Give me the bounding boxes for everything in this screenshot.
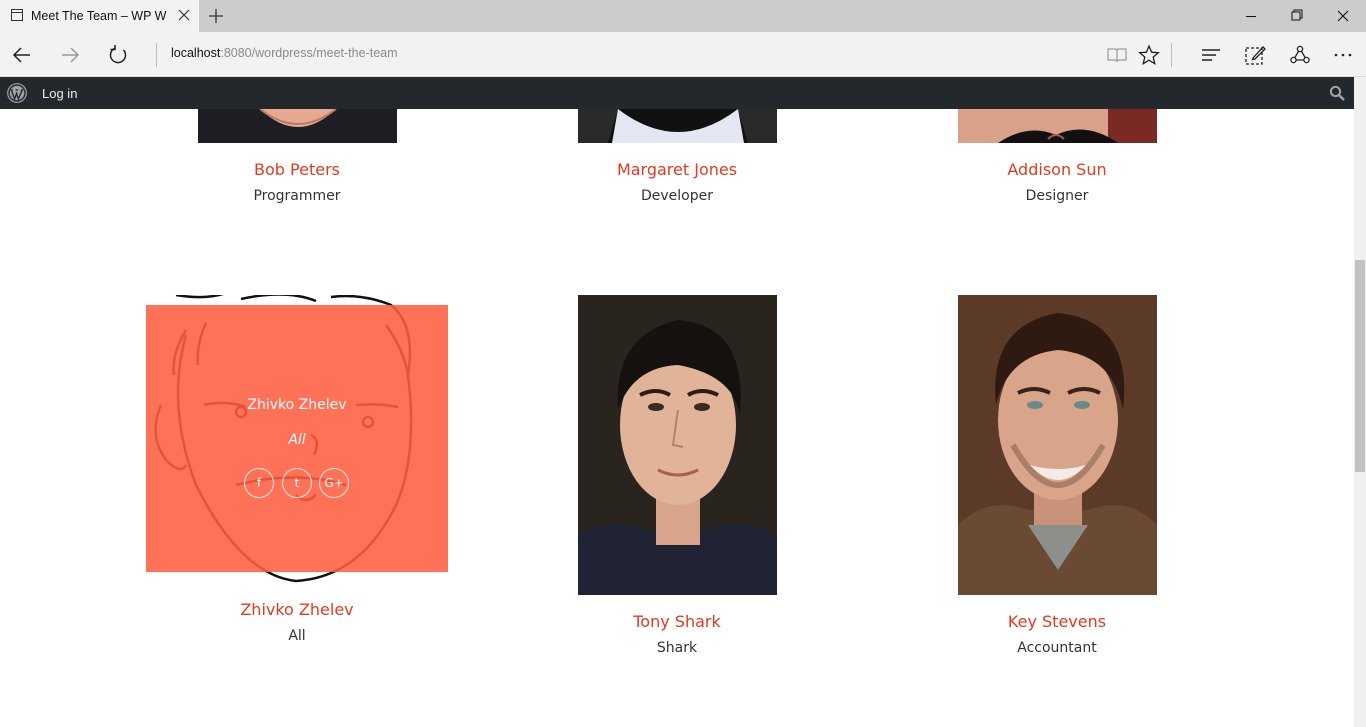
member-name[interactable]: Tony Shark (527, 612, 827, 631)
member-role: Programmer (253, 188, 341, 204)
bob-peters-photo (198, 109, 397, 143)
window-close-icon[interactable] (1320, 0, 1366, 32)
wordpress-logo-icon[interactable] (7, 83, 27, 103)
overlay-member-role: All (288, 432, 306, 448)
member-photo[interactable] (958, 109, 1157, 143)
team-grid: Bob Peters Programmer Margaret Jones Dev… (0, 109, 1354, 727)
twitter-icon[interactable]: t (282, 468, 312, 498)
member-name[interactable]: Bob Peters (147, 160, 447, 179)
address-separator (156, 43, 157, 67)
wp-admin-bar: Log in (0, 77, 1354, 109)
toolbar-separator (1171, 43, 1172, 67)
scrollbar-thumb[interactable] (1355, 260, 1365, 472)
margaret-jones-photo (578, 109, 777, 143)
key-stevens-photo (958, 295, 1157, 595)
new-tab-icon[interactable] (206, 6, 226, 26)
share-icon[interactable] (1289, 44, 1311, 66)
page-scrollbar[interactable] (1354, 77, 1366, 727)
member-hover-overlay[interactable]: Zhivko Zhelev All f t G+ (146, 305, 448, 572)
tab-strip: Meet The Team – WP W (0, 0, 1366, 32)
member-role: Accountant (1017, 640, 1097, 656)
forward-arrow-icon[interactable] (59, 44, 81, 66)
address-host: localhost (171, 46, 221, 60)
tony-shark-photo (578, 295, 777, 595)
member-role: Developer (640, 188, 713, 204)
member-photo[interactable] (958, 295, 1157, 595)
member-name[interactable]: Key Stevens (907, 612, 1207, 631)
restore-icon[interactable] (1274, 0, 1320, 32)
more-icon[interactable] (1332, 44, 1354, 66)
member-role: Shark (656, 640, 698, 656)
tab-title: Meet The Team – WP W (31, 9, 167, 23)
member-photo[interactable] (198, 109, 397, 143)
member-role: Designer (1025, 188, 1089, 204)
refresh-icon[interactable] (107, 44, 129, 66)
member-name[interactable]: Margaret Jones (527, 160, 827, 179)
google-plus-icon[interactable]: G+ (319, 468, 349, 498)
hub-icon[interactable] (1200, 44, 1222, 66)
favorite-star-icon[interactable] (1138, 44, 1160, 66)
web-note-icon[interactable] (1244, 44, 1266, 66)
facebook-icon[interactable]: f (244, 468, 274, 498)
search-icon[interactable] (1329, 85, 1345, 101)
login-link[interactable]: Log in (42, 86, 77, 101)
back-arrow-icon[interactable] (11, 44, 33, 66)
member-photo[interactable] (578, 295, 777, 595)
navigation-bar: localhost:8080/wordpress/meet-the-team (0, 32, 1366, 77)
member-name[interactable]: Addison Sun (907, 160, 1207, 179)
page-icon (11, 9, 23, 21)
reading-view-icon[interactable] (1106, 44, 1128, 66)
overlay-member-name[interactable]: Zhivko Zhelev (146, 397, 448, 413)
member-photo[interactable] (578, 109, 777, 143)
address-bar[interactable]: localhost:8080/wordpress/meet-the-team (171, 46, 398, 60)
address-path: :8080/wordpress/meet-the-team (220, 46, 398, 60)
addison-sun-photo (958, 109, 1157, 143)
member-role: All (288, 628, 306, 644)
minimize-icon[interactable] (1228, 0, 1274, 32)
browser-tab[interactable]: Meet The Team – WP W (0, 0, 199, 32)
close-icon[interactable] (176, 7, 192, 23)
member-name[interactable]: Zhivko Zhelev (147, 600, 447, 619)
